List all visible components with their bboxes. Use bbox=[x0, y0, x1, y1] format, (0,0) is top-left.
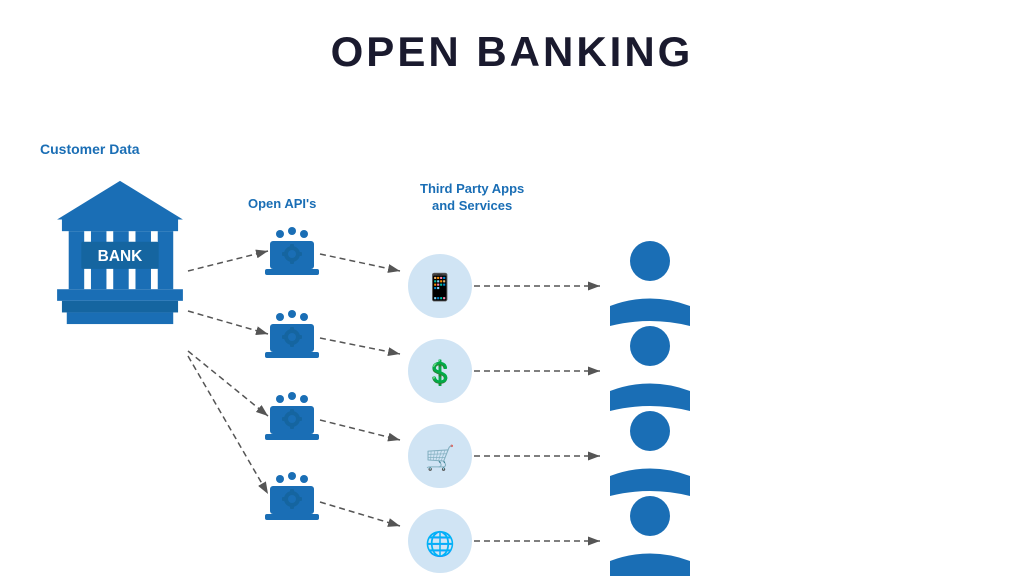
svg-text:🌐: 🌐 bbox=[425, 530, 455, 558]
diagram-area: Customer Data BANK Open API's bbox=[0, 86, 1024, 576]
third-party-label: Third Party Apps and Services bbox=[420, 181, 524, 215]
open-apis-label: Open API's bbox=[248, 196, 316, 211]
svg-text:📱: 📱 bbox=[424, 272, 456, 302]
svg-text:BANK: BANK bbox=[98, 248, 144, 265]
bank-icon: BANK bbox=[55, 176, 185, 331]
customer-data-label: Customer Data bbox=[40, 141, 140, 157]
page-title: OPEN BANKING bbox=[0, 0, 1024, 86]
diagram-svg: 📱 💲 bbox=[0, 86, 1024, 576]
svg-text:🛒: 🛒 bbox=[425, 444, 455, 472]
svg-text:💲: 💲 bbox=[425, 359, 455, 387]
